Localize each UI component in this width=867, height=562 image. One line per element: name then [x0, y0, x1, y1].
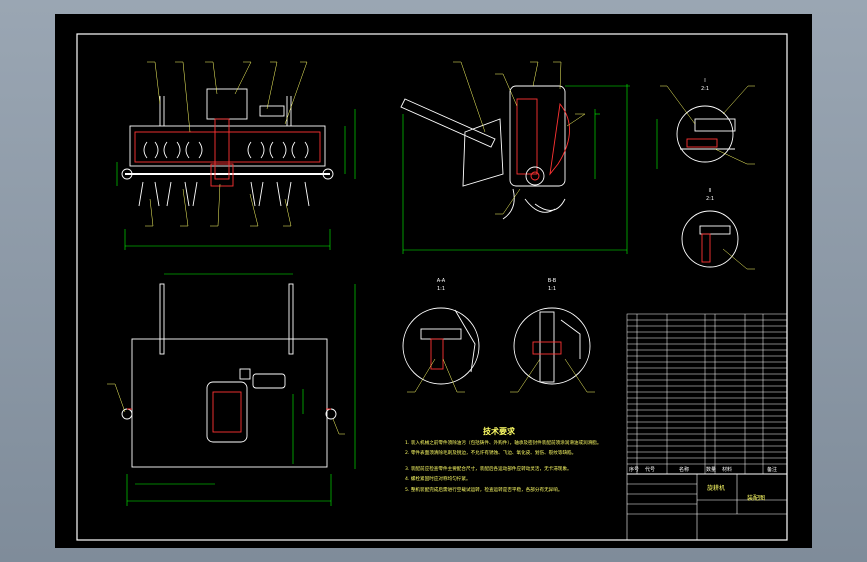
front-view	[121, 88, 334, 207]
header-seq: 序号	[629, 466, 639, 473]
front-view-leaders	[145, 61, 308, 227]
tech-req-item-5: 5. 整机装配完成后需进行空载试运转，检查运转是否平稳，各部分有无异响。	[405, 486, 562, 493]
technical-requirements: 技术要求 1. 装入机械之前零件须除油污（包括铸件、外购件），轴承及密封件装配前…	[405, 426, 602, 493]
tech-req-title: 技术要求	[483, 426, 516, 436]
detail-ii-title: II	[709, 188, 712, 194]
parts-list-header: 序号 代号 名称 数量 材料 备注	[629, 466, 777, 473]
detail-bb-scale: 1:1	[548, 286, 556, 292]
header-name: 名称	[679, 466, 689, 473]
front-view-dimensions	[116, 109, 356, 250]
header-remark: 备注	[767, 466, 777, 473]
detail-view-aa	[402, 307, 480, 385]
detail-aa-title: A-A	[437, 278, 446, 284]
drawing-name: 旋耕机	[707, 484, 725, 492]
detail-view-i	[676, 105, 736, 163]
header-material: 材料	[722, 466, 732, 473]
section-leaders	[407, 358, 595, 393]
detail-aa-scale: 1:1	[437, 286, 445, 292]
header-code: 代号	[645, 466, 655, 473]
detail-view-ii	[681, 210, 739, 268]
assembly-drawing: I 2:1 II 2:1 A-A 1:1 B-B 1:1 技术要求 1. 装入机…	[76, 33, 788, 541]
title-block	[626, 473, 788, 541]
side-view	[400, 85, 570, 220]
tech-req-item-4: 4. 螺栓紧固时应对称均匀拧紧。	[405, 475, 471, 482]
detail-bb-title: B-B	[548, 278, 557, 284]
parts-list	[626, 313, 788, 475]
top-view-dimensions	[126, 273, 356, 506]
tech-req-item-3: 3. 装配前应检查零件主要配合尺寸，装配后各运动部件应转动灵活，无卡滞现象。	[405, 465, 572, 472]
cad-viewport[interactable]: I 2:1 II 2:1 A-A 1:1 B-B 1:1 技术要求 1. 装入机…	[55, 14, 812, 548]
tech-req-item-2: 2. 零件表面须清除毛刺及锐边，不允许有锈蚀、飞边、氧化皮、划伤、裂纹等缺陷。	[405, 449, 576, 456]
detail-leaders-right	[660, 85, 755, 270]
detail-ii-scale: 2:1	[706, 196, 714, 202]
detail-view-bb	[513, 307, 591, 385]
top-view	[121, 283, 337, 468]
top-view-leaders	[107, 383, 345, 435]
detail-i-scale: 2:1	[701, 86, 709, 92]
header-qty: 数量	[706, 466, 716, 473]
drawing-number: 装配图	[747, 494, 765, 502]
tech-req-item-1: 1. 装入机械之前零件须除油污（包括铸件、外购件），轴承及密封件装配前须涂润滑油…	[405, 439, 602, 446]
side-view-dimensions	[402, 84, 630, 254]
detail-i-title: I	[704, 78, 705, 84]
